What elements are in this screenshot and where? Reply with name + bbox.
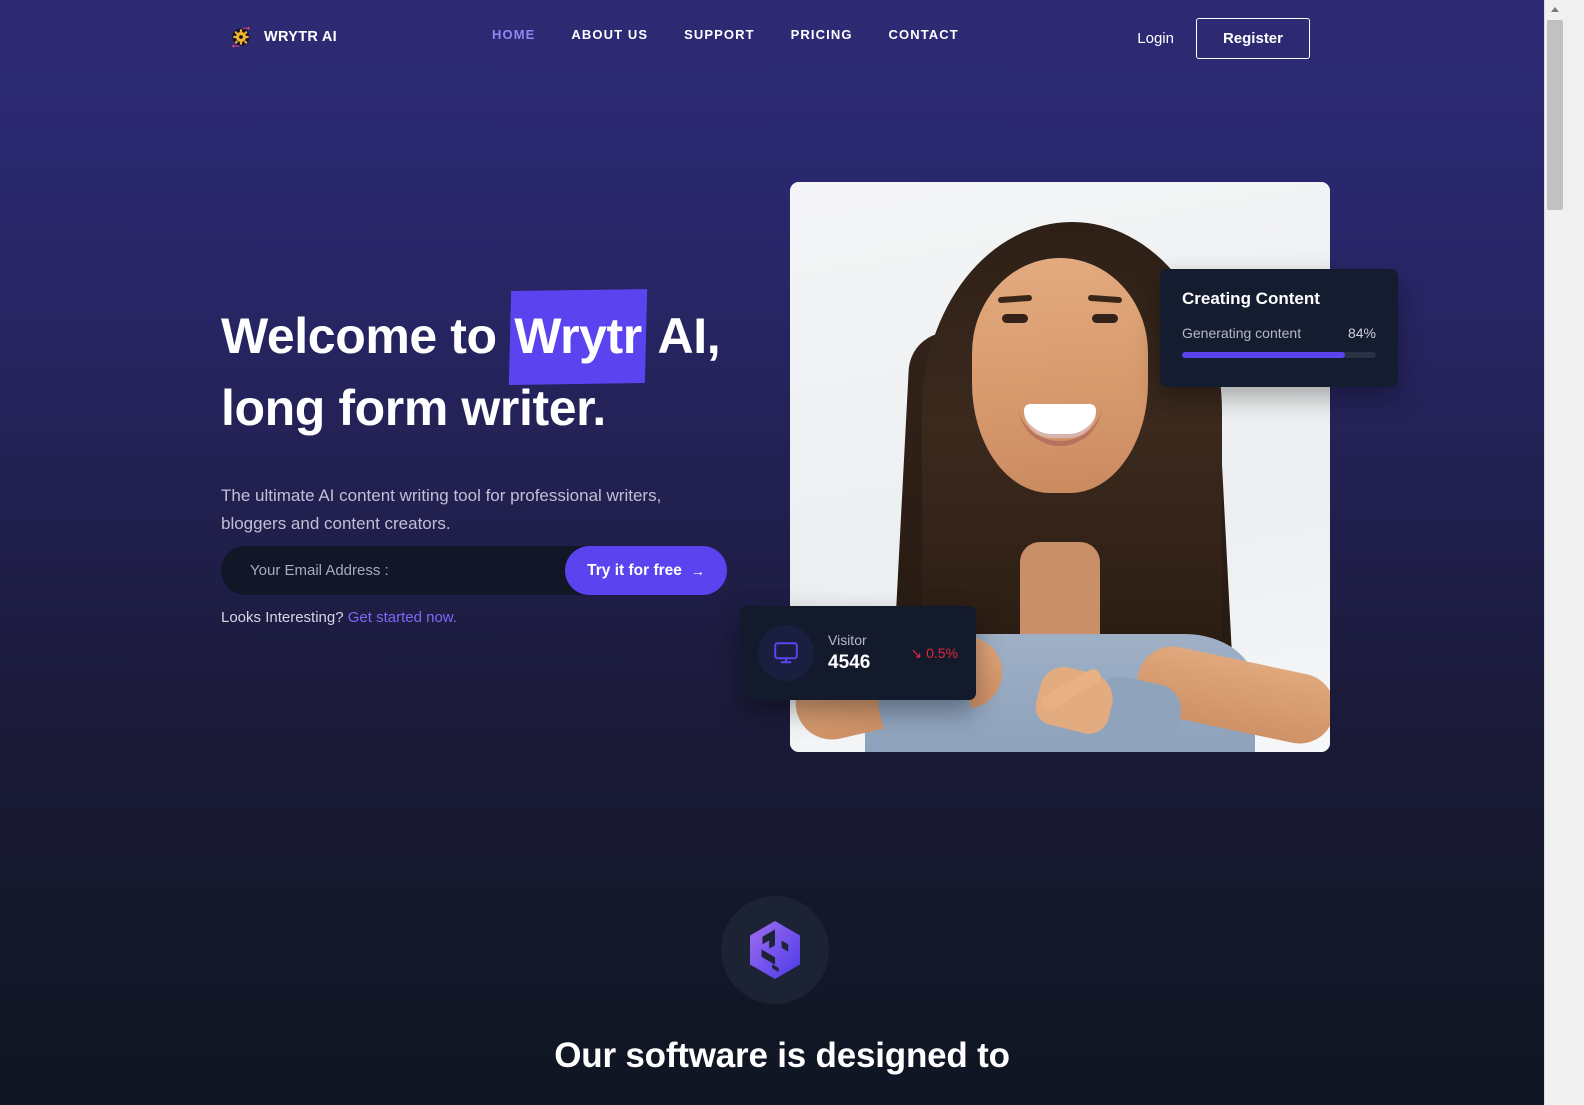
visitor-delta-value: 0.5%: [926, 645, 958, 661]
page-root: WRYTR AI HOME ABOUT US SUPPORT PRICING C…: [0, 0, 1564, 1105]
brand-logo[interactable]: WRYTR AI: [228, 24, 337, 50]
headline-part-1: Welcome to: [221, 308, 511, 364]
headline-highlight: Wrytr: [510, 300, 646, 372]
creating-content-card: Creating Content Generating content 84%: [1160, 269, 1398, 387]
headline-part-2: AI,: [645, 308, 721, 364]
progress-bar-track: [1182, 352, 1376, 358]
login-link[interactable]: Login: [1137, 30, 1174, 47]
photo-face: [972, 258, 1148, 493]
photo-eye-left: [1002, 314, 1028, 323]
brand-name: WRYTR AI: [264, 29, 338, 45]
register-button[interactable]: Register: [1195, 18, 1310, 59]
visitor-value: 4546: [828, 652, 871, 673]
get-started-link[interactable]: Get started now.: [348, 609, 457, 626]
visitor-stat-card: Visitor 4546 ↘ 0.5%: [740, 606, 976, 700]
hero-copy: Welcome to Wrytr AI, long form writer. T…: [221, 300, 761, 538]
cta-label: Try it for free: [587, 561, 682, 579]
arrow-right-icon: →: [690, 562, 705, 579]
site-header: WRYTR AI HOME ABOUT US SUPPORT PRICING C…: [0, 0, 1564, 72]
photo-eye-right: [1092, 314, 1118, 323]
email-input[interactable]: [221, 546, 565, 595]
nav-item-about-us[interactable]: ABOUT US: [571, 27, 684, 42]
email-signup-form: Try it for free →: [221, 546, 727, 595]
visitor-text-group: Visitor 4546: [828, 631, 870, 675]
primary-navigation: HOME ABOUT US SUPPORT PRICING CONTACT: [492, 27, 995, 42]
auth-actions: Login Register: [1137, 18, 1310, 59]
hex-cube-logo-icon: [721, 896, 829, 1004]
nav-item-pricing[interactable]: PRICING: [791, 27, 889, 42]
interest-text: Looks Interesting?: [221, 609, 344, 626]
page-scrollbar[interactable]: [1544, 0, 1564, 1105]
visitor-label: Visitor: [828, 632, 867, 648]
creating-content-title: Creating Content: [1182, 289, 1320, 308]
monitor-icon: [758, 625, 814, 681]
try-it-for-free-button[interactable]: Try it for free →: [565, 546, 727, 595]
page-title: Welcome to Wrytr AI, long form writer.: [221, 300, 761, 444]
interest-line: Looks Interesting? Get started now.: [221, 609, 457, 626]
generating-content-percent: 84%: [1347, 325, 1376, 341]
nav-item-contact[interactable]: CONTACT: [889, 27, 995, 42]
nav-item-support[interactable]: SUPPORT: [684, 27, 791, 42]
section-heading: Our software is designed to: [554, 1036, 1010, 1075]
generating-content-label: Generating content: [1182, 325, 1302, 341]
headline-line-2: long form writer.: [221, 380, 606, 436]
visitor-delta: ↘ 0.5%: [910, 645, 958, 662]
trend-down-icon: ↘: [910, 644, 923, 661]
gear-badge-icon: [228, 24, 254, 50]
hero-subhead: The ultimate AI content writing tool for…: [221, 486, 662, 533]
nav-item-home[interactable]: HOME: [492, 27, 571, 42]
creating-content-status-row: Generating content 84%: [1182, 325, 1376, 341]
progress-bar-fill: [1182, 352, 1345, 358]
